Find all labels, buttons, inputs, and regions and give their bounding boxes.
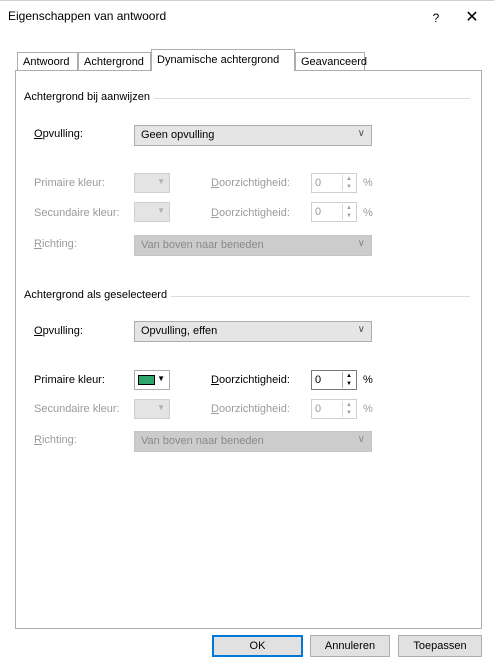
secondary-transparency-label: Doorzichtigheid: [211, 403, 290, 415]
spinner-value: 0 [315, 206, 322, 218]
primary-transparency-spinner[interactable]: 0 ▲ ▼ [311, 173, 357, 193]
ok-button[interactable]: OK [212, 635, 303, 657]
tab-geavanceerd[interactable]: Geavanceerd [295, 52, 367, 70]
spinner-value: 0 [315, 403, 322, 415]
spin-up-icon[interactable]: ▲ [343, 175, 355, 183]
spin-down-icon[interactable]: ▼ [343, 380, 355, 388]
percent-label: % [363, 403, 373, 415]
fill-select[interactable]: Geen opvulling ∨ [134, 125, 372, 146]
primary-transparency-spinner[interactable]: 0 ▲ ▼ [311, 370, 357, 390]
dropdown-arrow-icon: ▼ [157, 403, 165, 412]
spinner-value: 0 [315, 374, 322, 386]
direction-select[interactable]: Van boven naar beneden ∨ [134, 431, 372, 452]
tab-achtergrond[interactable]: Achtergrond [78, 52, 151, 70]
fill-select-value: Geen opvulling [141, 129, 215, 141]
tab-panel [15, 70, 482, 629]
spin-down-icon[interactable]: ▼ [343, 212, 355, 220]
apply-button[interactable]: Toepassen [398, 635, 482, 657]
secondary-transparency-label: Doorzichtigheid: [211, 207, 290, 219]
secondary-transparency-spinner[interactable]: 0 ▲ ▼ [311, 202, 357, 222]
percent-label: % [363, 177, 373, 189]
secondary-transparency-spinner[interactable]: 0 ▲ ▼ [311, 399, 357, 419]
secondary-color-label: Secundaire kleur: [34, 207, 120, 219]
color-swatch [138, 178, 155, 188]
percent-label: % [363, 374, 373, 386]
direction-label: Richting: [34, 238, 77, 250]
primary-color-label: Primaire kleur: [34, 177, 105, 189]
percent-label: % [363, 207, 373, 219]
spin-up-icon[interactable]: ▲ [343, 204, 355, 212]
fill-select[interactable]: Opvulling, effen ∨ [134, 321, 372, 342]
direction-select-value: Van boven naar beneden [141, 435, 264, 447]
section-title-hover: Achtergrond bij aanwijzen [24, 91, 154, 103]
secondary-color-label: Secundaire kleur: [34, 403, 120, 415]
chevron-down-icon: ∨ [357, 434, 365, 445]
spin-up-icon[interactable]: ▲ [343, 401, 355, 409]
window-border [0, 0, 494, 1]
dropdown-arrow-icon: ▼ [157, 206, 165, 215]
window-title: Eigenschappen van antwoord [8, 9, 167, 23]
direction-label: Richting: [34, 434, 77, 446]
fill-label: Opvulling: [34, 128, 83, 140]
fill-select-value: Opvulling, effen [141, 325, 218, 337]
color-swatch [138, 375, 155, 385]
spin-down-icon[interactable]: ▼ [343, 409, 355, 417]
tab-dynamische-achtergrond[interactable]: Dynamische achtergrond [151, 49, 295, 71]
primary-transparency-label: Doorzichtigheid: [211, 374, 290, 386]
help-button[interactable]: ? [424, 6, 448, 30]
fill-label: Opvulling: [34, 325, 83, 337]
secondary-color-button[interactable]: ▼ [134, 399, 170, 419]
chevron-down-icon: ∨ [357, 128, 365, 139]
color-swatch [138, 207, 155, 217]
direction-select-value: Van boven naar beneden [141, 239, 264, 251]
primary-transparency-label: Doorzichtigheid: [211, 177, 290, 189]
tab-antwoord[interactable]: Antwoord [17, 52, 78, 70]
dropdown-arrow-icon: ▼ [157, 177, 165, 186]
primary-color-button[interactable]: ▼ [134, 370, 170, 390]
secondary-color-button[interactable]: ▼ [134, 202, 170, 222]
cancel-button[interactable]: Annuleren [310, 635, 390, 657]
spinner-value: 0 [315, 177, 322, 189]
spin-up-icon[interactable]: ▲ [343, 372, 355, 380]
chevron-down-icon: ∨ [357, 238, 365, 249]
color-swatch [138, 404, 155, 414]
primary-color-button[interactable]: ▼ [134, 173, 170, 193]
section-title-selected: Achtergrond als geselecteerd [24, 289, 172, 301]
dropdown-arrow-icon: ▼ [157, 374, 165, 383]
close-button[interactable]: ✕ [460, 6, 484, 30]
direction-select[interactable]: Van boven naar beneden ∨ [134, 235, 372, 256]
primary-color-label: Primaire kleur: [34, 374, 105, 386]
chevron-down-icon: ∨ [357, 324, 365, 335]
spin-down-icon[interactable]: ▼ [343, 183, 355, 191]
